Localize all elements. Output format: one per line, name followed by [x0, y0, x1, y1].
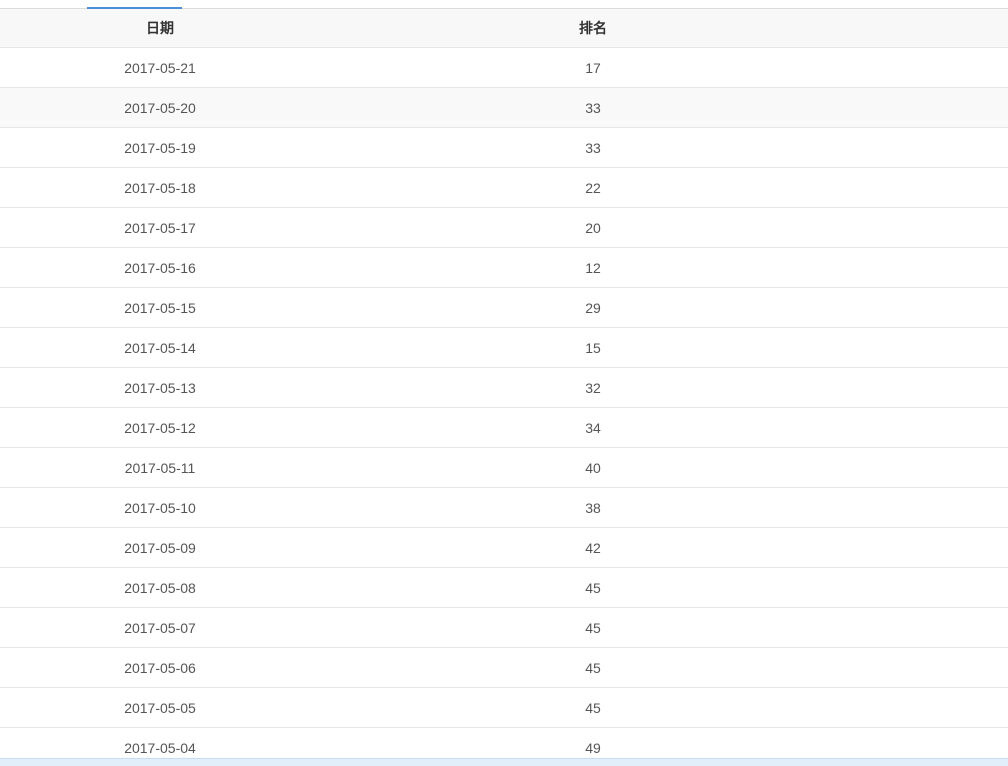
rank-cell: 42	[585, 539, 601, 556]
date-cell: 2017-05-15	[124, 299, 196, 316]
table-row: 2017-05-07 45	[0, 608, 1008, 648]
rank-cell: 38	[585, 499, 601, 516]
date-cell: 2017-05-12	[124, 419, 196, 436]
table-row: 2017-05-06 45	[0, 648, 1008, 688]
table-row: 2017-05-17 20	[0, 208, 1008, 248]
rank-cell: 34	[585, 419, 601, 436]
date-cell: 2017-05-14	[124, 339, 196, 356]
rank-cell: 49	[585, 739, 601, 756]
table-row: 2017-05-14 15	[0, 328, 1008, 368]
rank-cell: 22	[585, 179, 601, 196]
rank-cell: 45	[585, 579, 601, 596]
table-row: 2017-05-13 32	[0, 368, 1008, 408]
page: 日期 排名 2017-05-21 17 2017-05-20 33 2017-0…	[0, 0, 1008, 766]
table-row: 2017-05-11 40	[0, 448, 1008, 488]
date-cell: 2017-05-20	[124, 99, 196, 116]
bottom-bar	[0, 758, 1008, 766]
tab-bar	[0, 0, 1008, 9]
date-cell: 2017-05-13	[124, 379, 196, 396]
rank-cell: 45	[585, 619, 601, 636]
rank-cell: 33	[585, 139, 601, 156]
table-row: 2017-05-16 12	[0, 248, 1008, 288]
table-row: 2017-05-08 45	[0, 568, 1008, 608]
rank-cell: 15	[585, 339, 601, 356]
rank-cell: 40	[585, 459, 601, 476]
rank-cell: 45	[585, 659, 601, 676]
rank-cell: 45	[585, 699, 601, 716]
column-header-date[interactable]: 日期	[0, 18, 320, 38]
rank-cell: 17	[585, 59, 601, 76]
date-cell: 2017-05-04	[124, 739, 196, 756]
date-cell: 2017-05-17	[124, 219, 196, 236]
rank-cell: 20	[585, 219, 601, 236]
table-row: 2017-05-09 42	[0, 528, 1008, 568]
rank-cell: 33	[585, 99, 601, 116]
date-cell: 2017-05-08	[124, 579, 196, 596]
table-row: 2017-05-18 22	[0, 168, 1008, 208]
date-cell: 2017-05-21	[124, 59, 196, 76]
rank-cell: 29	[585, 299, 601, 316]
column-header-rank[interactable]: 排名	[320, 18, 866, 38]
table-row: 2017-05-15 29	[0, 288, 1008, 328]
date-cell: 2017-05-06	[124, 659, 196, 676]
date-cell: 2017-05-05	[124, 699, 196, 716]
date-cell: 2017-05-16	[124, 259, 196, 276]
rank-cell: 32	[585, 379, 601, 396]
date-cell: 2017-05-18	[124, 179, 196, 196]
table-row: 2017-05-12 34	[0, 408, 1008, 448]
date-cell: 2017-05-09	[124, 539, 196, 556]
table-row: 2017-05-20 33	[0, 88, 1008, 128]
rank-cell: 12	[585, 259, 601, 276]
date-cell: 2017-05-19	[124, 139, 196, 156]
table-row: 2017-05-19 33	[0, 128, 1008, 168]
rank-table: 日期 排名 2017-05-21 17 2017-05-20 33 2017-0…	[0, 9, 1008, 766]
table-row: 2017-05-10 38	[0, 488, 1008, 528]
date-cell: 2017-05-07	[124, 619, 196, 636]
date-cell: 2017-05-11	[124, 459, 196, 476]
table-header-row: 日期 排名	[0, 9, 1008, 48]
date-cell: 2017-05-10	[124, 499, 196, 516]
table-row: 2017-05-21 17	[0, 48, 1008, 88]
table-row: 2017-05-05 45	[0, 688, 1008, 728]
